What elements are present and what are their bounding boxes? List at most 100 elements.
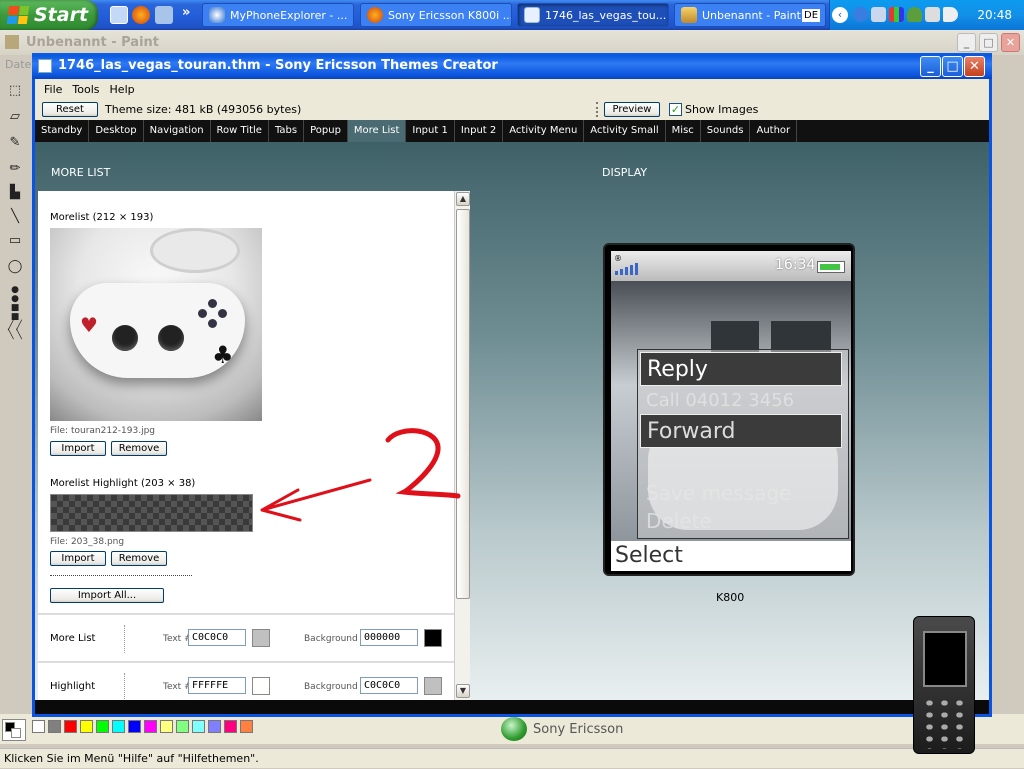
more-list-text-color-input[interactable]: C0C0C0 <box>188 629 246 646</box>
tab-more-list[interactable]: More List <box>347 120 407 142</box>
task-themes-creator[interactable]: 1746_las_vegas_tou... <box>517 3 669 27</box>
brush-size-options-icon[interactable]: ● ● ■ ■ ╱ ╱ ╲ ╲ <box>6 286 24 340</box>
menu-item-call[interactable]: Call 04012 3456 <box>640 384 842 418</box>
tab-sounds[interactable]: Sounds <box>701 120 751 142</box>
palette-swatch[interactable] <box>192 720 205 733</box>
paint-menu-file[interactable]: Date <box>0 55 36 75</box>
tray-user-icon[interactable] <box>907 7 922 22</box>
tray-volume-icon[interactable] <box>943 7 958 22</box>
paint-close-button[interactable]: ✕ <box>1001 33 1020 52</box>
tab-activity-small[interactable]: Activity Small <box>584 120 666 142</box>
menu-help[interactable]: Help <box>105 83 140 96</box>
color-picker-icon[interactable]: ✎ <box>6 134 24 152</box>
palette-swatch[interactable] <box>224 720 237 733</box>
free-select-icon[interactable]: ⬚ <box>6 82 24 100</box>
phone-softkey-select[interactable]: Select <box>611 541 851 571</box>
background-color <box>11 728 21 738</box>
tab-input-1[interactable]: Input 1 <box>406 120 455 142</box>
highlight-text-color-input[interactable]: FFFFFE <box>188 677 246 694</box>
current-colors[interactable] <box>2 719 26 741</box>
tab-activity-menu[interactable]: Activity Menu <box>503 120 585 142</box>
scroll-up-arrow[interactable]: ▲ <box>456 192 470 206</box>
windows-logo-icon <box>6 6 30 24</box>
theme-size-text: Theme size: 481 kB (493056 bytes) <box>105 103 302 116</box>
rectangle-icon[interactable]: ▭ <box>6 232 24 250</box>
highlight-text-color-swatch[interactable] <box>252 677 270 695</box>
airbrush-icon[interactable]: ▙ <box>6 184 24 202</box>
highlight-background-color-input[interactable]: C0C0C0 <box>360 677 418 694</box>
more-list-text-color-swatch[interactable] <box>252 629 270 647</box>
tab-standby[interactable]: Standby <box>35 120 90 142</box>
maximize-button[interactable]: □ <box>942 56 963 77</box>
menu-item-reply[interactable]: Reply <box>640 352 842 386</box>
minimize-button[interactable]: _ <box>920 56 941 77</box>
paint-minimize-button[interactable]: _ <box>957 33 976 52</box>
quicklaunch-app-icon[interactable] <box>155 6 173 24</box>
highlight-background-color-swatch[interactable] <box>424 677 442 695</box>
start-label: Start <box>34 4 89 26</box>
highlight-import-button[interactable]: Import <box>50 551 106 566</box>
quicklaunch-more-icon[interactable]: » <box>182 5 190 20</box>
morelist-remove-button[interactable]: Remove <box>111 441 167 456</box>
start-button[interactable]: Start <box>0 0 98 30</box>
menu-file[interactable]: File <box>39 83 67 96</box>
palette-swatch[interactable] <box>208 720 221 733</box>
show-desktop-icon[interactable] <box>110 6 128 24</box>
tab-navigation[interactable]: Navigation <box>144 120 211 142</box>
settings-scrollbar[interactable]: ▲ ▼ <box>454 191 470 700</box>
palette-swatch[interactable] <box>160 720 173 733</box>
tab-popup[interactable]: Popup <box>304 120 348 142</box>
tray-expand-icon[interactable]: ‹ <box>832 7 848 23</box>
ellipse-icon[interactable]: ◯ <box>6 258 24 276</box>
tab-author[interactable]: Author <box>750 120 798 142</box>
task-myphoneexplorer[interactable]: MyPhoneExplorer - ... <box>202 3 354 27</box>
highlight-remove-button[interactable]: Remove <box>111 551 167 566</box>
palette-swatch[interactable] <box>64 720 77 733</box>
tab-input-2[interactable]: Input 2 <box>455 120 504 142</box>
face-button <box>198 309 207 318</box>
import-all-button[interactable]: Import All... <box>50 588 164 603</box>
themes-creator-titlebar: 1746_las_vegas_touran.thm - Sony Ericsso… <box>32 53 992 79</box>
window-title: 1746_las_vegas_touran.thm - Sony Ericsso… <box>58 58 498 73</box>
show-images-checkbox[interactable]: ✓ <box>669 103 682 116</box>
eraser-icon[interactable]: ▱ <box>6 108 24 126</box>
paint-maximize-button[interactable]: □ <box>979 33 998 52</box>
tab-misc[interactable]: Misc <box>666 120 701 142</box>
more-list-background-color-swatch[interactable] <box>424 629 442 647</box>
menu-item-forward[interactable]: Forward <box>640 414 842 448</box>
tray-network-icon[interactable] <box>853 7 868 22</box>
tab-desktop[interactable]: Desktop <box>89 120 144 142</box>
palette-swatch[interactable] <box>176 720 189 733</box>
reset-button[interactable]: Reset <box>42 102 98 117</box>
language-indicator[interactable]: DE <box>802 8 821 22</box>
palette-swatch[interactable] <box>240 720 253 733</box>
firefox-icon[interactable] <box>132 6 150 24</box>
palette-swatch[interactable] <box>80 720 93 733</box>
background-color-label: Background # <box>304 682 369 692</box>
palette-swatch[interactable] <box>48 720 61 733</box>
tray-monitor-icon[interactable] <box>871 7 886 22</box>
tab-tabs[interactable]: Tabs <box>269 120 305 142</box>
palette-swatch[interactable] <box>96 720 109 733</box>
tab-row-title[interactable]: Row Title <box>211 120 269 142</box>
preview-button[interactable]: Preview <box>604 102 660 117</box>
more-list-background-color-input[interactable]: 000000 <box>360 629 418 646</box>
scroll-down-arrow[interactable]: ▼ <box>456 684 470 698</box>
tray-printer-icon[interactable] <box>925 7 940 22</box>
tray-colorful-icon[interactable] <box>889 7 904 22</box>
menu-tools[interactable]: Tools <box>67 83 104 96</box>
palette-swatch[interactable] <box>112 720 125 733</box>
palette-swatch[interactable] <box>32 720 45 733</box>
pencil-icon[interactable]: ✏ <box>6 160 24 178</box>
palette-swatch[interactable] <box>128 720 141 733</box>
show-images-label[interactable]: Show Images <box>685 103 758 116</box>
task-firefox[interactable]: Sony Ericsson K800i ... <box>360 3 512 27</box>
close-button[interactable]: ✕ <box>964 56 985 77</box>
line-icon[interactable]: ╲ <box>6 208 24 226</box>
more-list-row-label: More List <box>50 633 96 644</box>
palette-swatch[interactable] <box>144 720 157 733</box>
menu-item-delete[interactable]: Delete <box>640 504 842 538</box>
scroll-thumb[interactable] <box>456 209 470 599</box>
morelist-import-button[interactable]: Import <box>50 441 106 456</box>
highlight-file-name: File: 203_38.png <box>50 537 125 547</box>
